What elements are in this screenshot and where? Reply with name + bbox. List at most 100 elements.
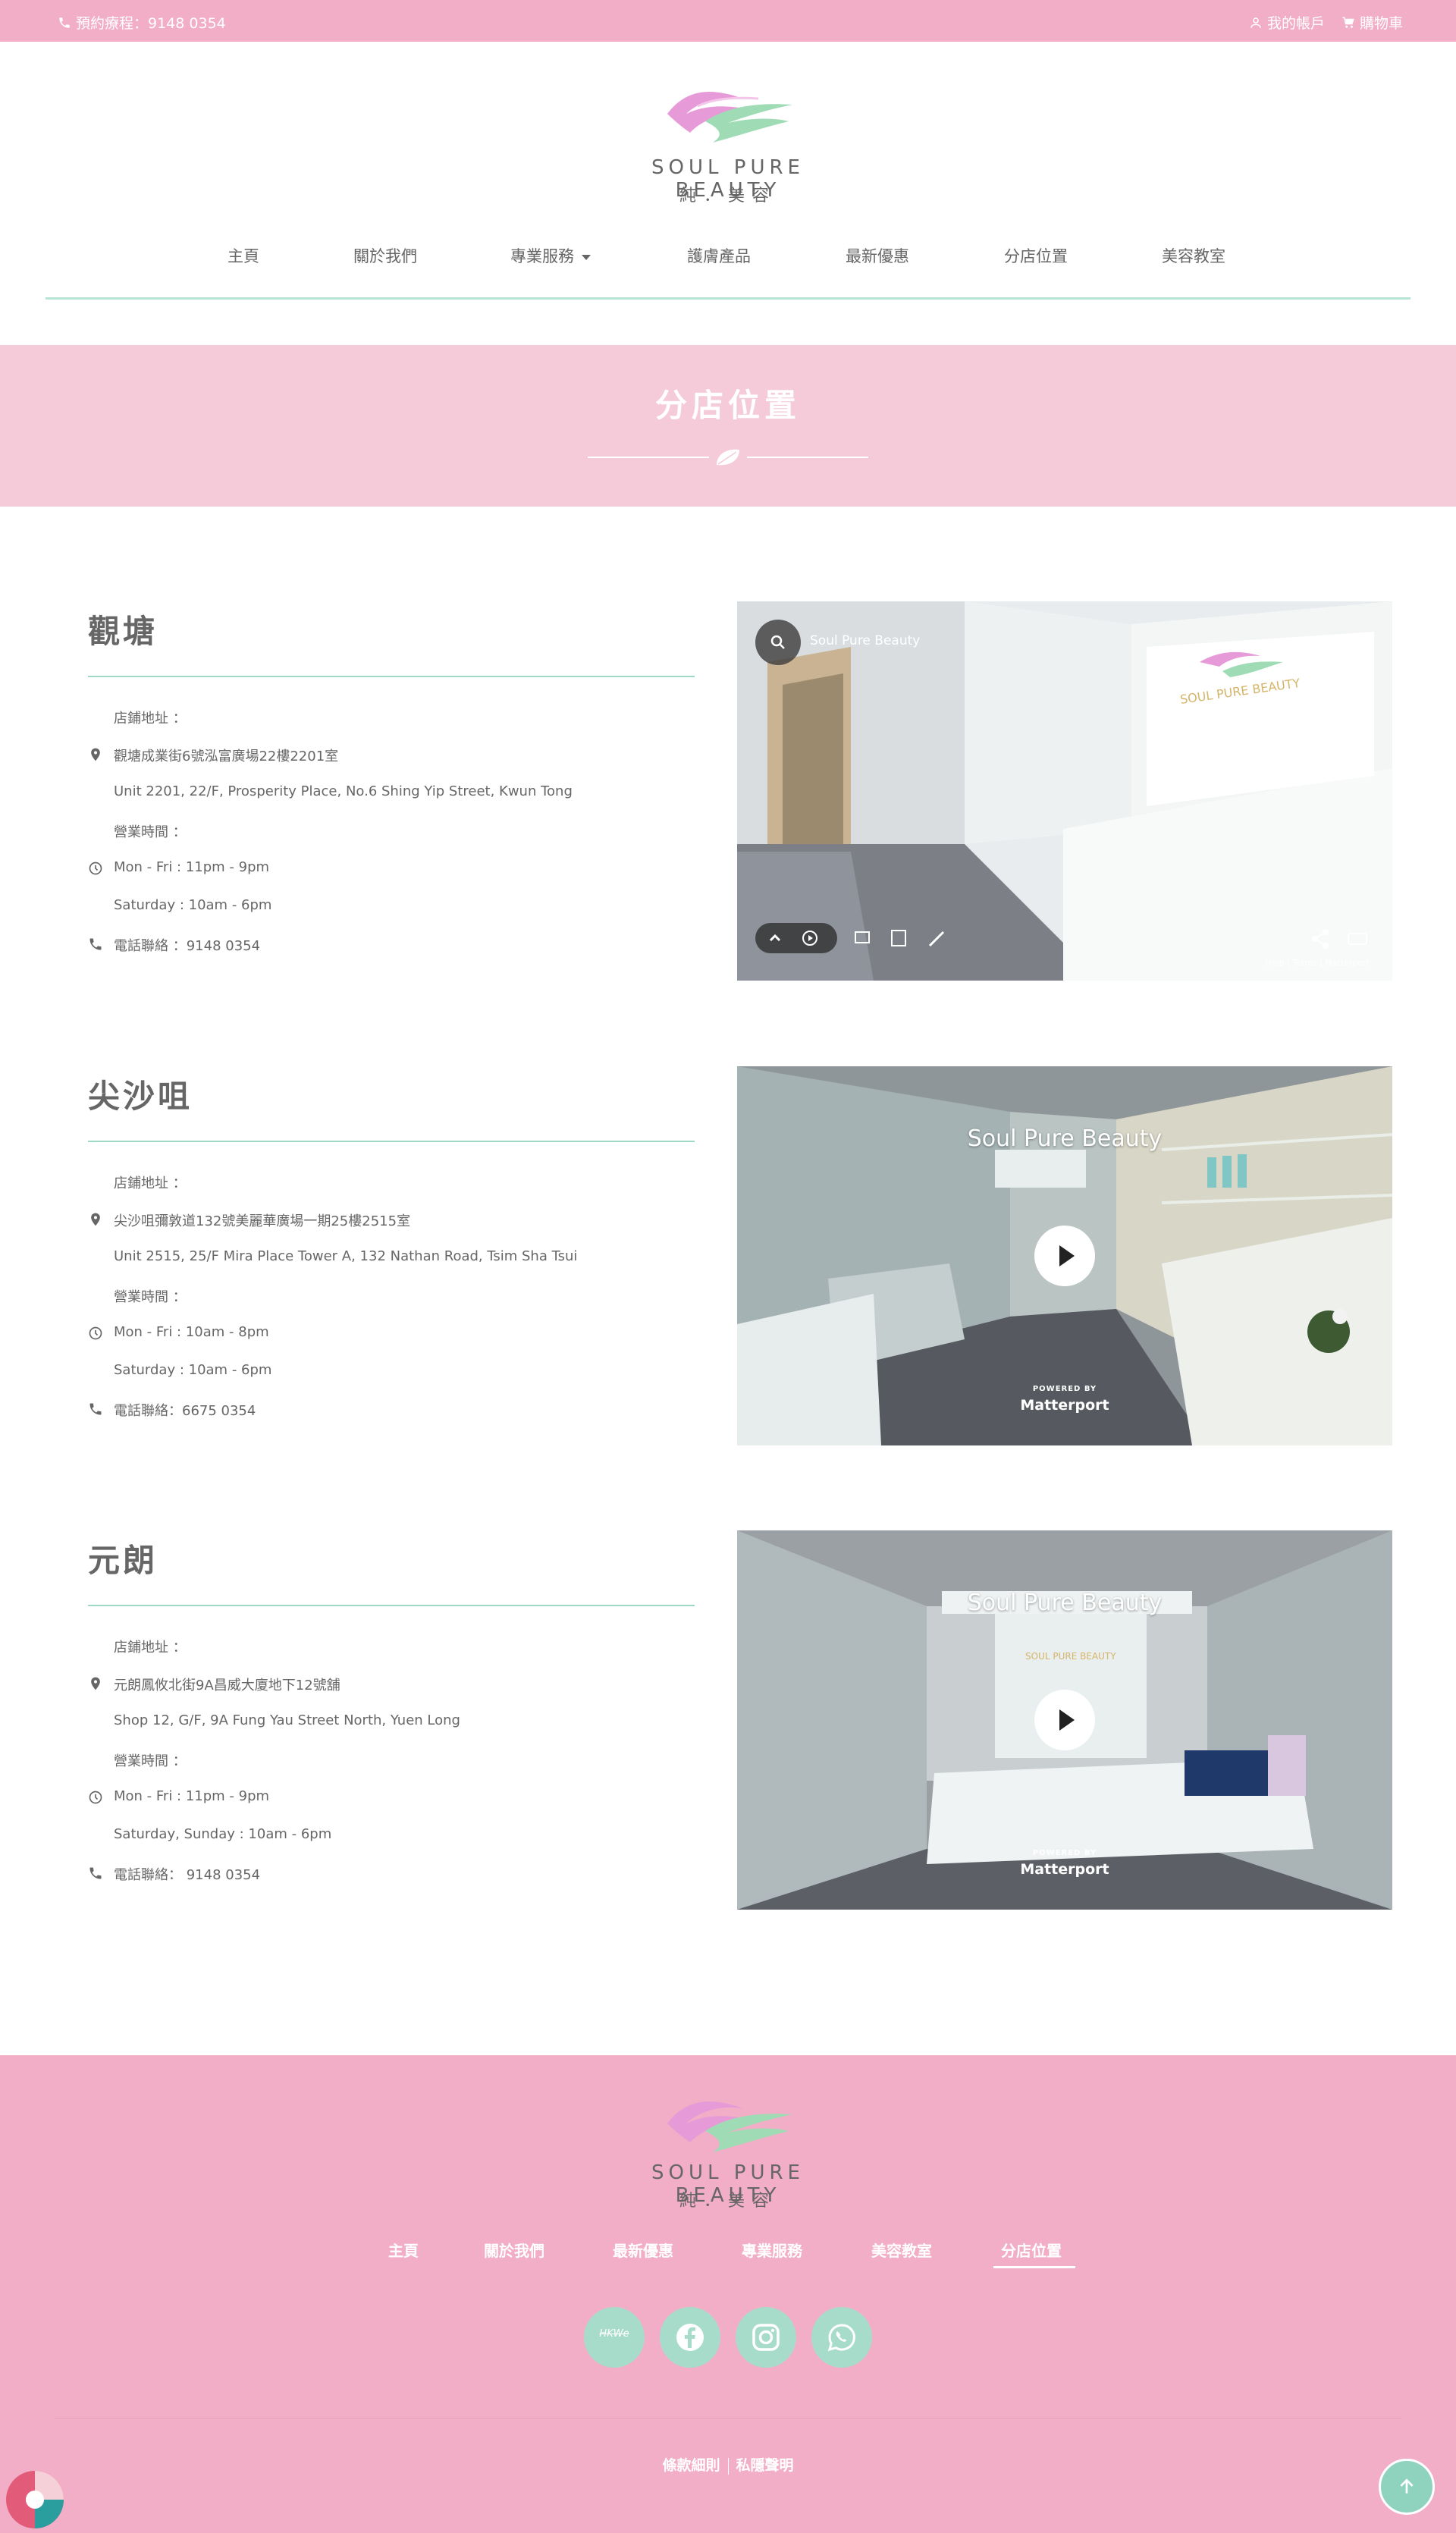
tour-playback-controls[interactable] [755, 923, 837, 953]
branch-title: 觀塘 [88, 613, 158, 650]
tour-title: Soul Pure Beauty [967, 1590, 1163, 1616]
map-pin-icon [91, 1213, 100, 1226]
footer-nav-active-indicator [993, 2266, 1075, 2268]
site-logo[interactable]: SOUL PURE BEAUTY 純．美容 [599, 76, 857, 212]
account-text: 我的帳戶 [1266, 15, 1325, 32]
chevron-down-icon [582, 254, 591, 260]
map-pin-icon [91, 748, 100, 761]
hours-weekend: Saturday : 10am - 6pm [114, 1362, 272, 1378]
nav-divider [46, 297, 1410, 300]
account-link[interactable]: 我的帳戶 [1249, 12, 1325, 33]
address-label: 店鋪地址 ： [114, 1640, 187, 1656]
chevron-up-icon [769, 934, 781, 942]
nav-offers[interactable]: 最新優惠 [846, 244, 909, 267]
footer-nav-branches[interactable]: 分店位置 [1001, 2239, 1062, 2261]
accessibility-widget-icon[interactable] [5, 2469, 65, 2530]
tour-view-tools-icon[interactable] [851, 926, 949, 950]
branch-kwun-tong: 觀塘 店鋪地址 ： 觀塘成業街6號泓富廣場22樓2201室 Unit 2201,… [0, 601, 1456, 981]
address-zh: 尖沙咀彌敦道132號美麗華廣場一期25樓2515室 [114, 1213, 411, 1229]
instagram-button[interactable] [736, 2307, 796, 2368]
footer-nav-classroom[interactable]: 美容教室 [871, 2239, 932, 2261]
branch-info: 店鋪地址 ： 觀塘成業街6號泓富廣場22樓2201室 Unit 2201, 22… [88, 706, 695, 971]
footer-nav-home[interactable]: 主頁 [388, 2239, 419, 2261]
tour-title: Soul Pure Beauty [967, 1125, 1163, 1152]
virtual-tour-kwun-tong[interactable]: SOUL PURE BEAUTY Soul Pure Beauty Help |… [737, 601, 1392, 981]
main-nav: 主頁 關於我們 專業服務 護膚產品 最新優惠 分店位置 美容教室 [0, 244, 1456, 275]
logo-subtitle: 純．美容 [679, 187, 777, 206]
play-icon[interactable] [1034, 1690, 1095, 1750]
branch-title: 尖沙咀 [88, 1078, 193, 1115]
footer-logo[interactable]: SOUL PURE BEAUTY 純．美容 [595, 2086, 861, 2214]
facebook-button[interactable] [660, 2307, 720, 2368]
matterport-logo: Matterport [1020, 1397, 1109, 1414]
share-icon[interactable] [1309, 928, 1370, 950]
hours-label: 營業時間 ： [114, 824, 187, 840]
footer-nav-offers[interactable]: 最新優惠 [613, 2239, 673, 2261]
booking-link[interactable]: 預約療程：9148 0354 [58, 12, 226, 33]
hours-label: 營業時間 ： [114, 1753, 187, 1769]
address-en: Unit 2201, 22/F, Prosperity Place, No.6 … [114, 783, 573, 799]
nav-home[interactable]: 主頁 [228, 244, 259, 267]
phone-number: 電話聯絡：6675 0354 [114, 1403, 256, 1419]
clock-icon [89, 862, 102, 875]
tour-scene-image: SOUL PURE BEAUTY [737, 601, 1392, 981]
nav-products[interactable]: 護膚產品 [687, 244, 751, 267]
search-icon [770, 635, 785, 649]
nav-classroom[interactable]: 美容教室 [1162, 244, 1225, 267]
cart-link[interactable]: 購物車 [1341, 12, 1403, 33]
facebook-icon [676, 2324, 704, 2351]
back-to-top-button[interactable] [1379, 2459, 1435, 2515]
cart-icon [1342, 17, 1354, 28]
terms-link[interactable]: 條款細則 [662, 2457, 720, 2474]
address-zh: 元朗鳳攸北街9A昌威大廈地下12號舖 [114, 1678, 340, 1693]
footer-nav: 主頁 關於我們 最新優惠 專業服務 美容教室 分店位置 [0, 2239, 1456, 2269]
tour-search-button[interactable] [755, 620, 801, 665]
footer-nav-about[interactable]: 關於我們 [484, 2239, 544, 2261]
powered-by-label: POWERED BY [1032, 1385, 1097, 1393]
logo-mark [667, 92, 792, 143]
virtual-tour-tsim-sha-tsui[interactable]: Soul Pure Beauty POWERED BY Matterport [737, 1066, 1392, 1445]
branch-underline [88, 1141, 695, 1142]
branch-yuen-long: 元朗 店鋪地址 ： 元朗鳳攸北街9A昌威大廈地下12號舖 Shop 12, G/… [0, 1530, 1456, 1910]
branch-info: 店鋪地址 ： 元朗鳳攸北街9A昌威大廈地下12號舖 Shop 12, G/F, … [88, 1635, 695, 1901]
link-separator [727, 2457, 729, 2475]
map-pin-icon [91, 1677, 100, 1690]
nav-services-label: 專業服務 [510, 247, 574, 265]
clock-icon [89, 1326, 102, 1340]
hours-weekday: Mon - Fri : 11pm - 9pm [114, 859, 270, 875]
branch-info: 店鋪地址 ： 尖沙咀彌敦道132號美麗華廣場一期25樓2515室 Unit 25… [88, 1171, 695, 1436]
powered-by-label: POWERED BY [1032, 1849, 1097, 1857]
phone-icon [89, 1403, 102, 1415]
hkwe-icon: HKWe [599, 2328, 629, 2340]
site-footer: SOUL PURE BEAUTY 純．美容 主頁 關於我們 最新優惠 專業服務 … [0, 2055, 1456, 2533]
nav-about[interactable]: 關於我們 [353, 244, 417, 267]
cart-text: 購物車 [1359, 15, 1403, 32]
hours-weekend: Saturday : 10am - 6pm [114, 897, 272, 913]
footer-nav-services[interactable]: 專業服務 [742, 2239, 802, 2261]
branch-title: 元朗 [88, 1542, 158, 1579]
virtual-tour-yuen-long[interactable]: SOUL PURE BEAUTY Soul Pure Beauty POWERE… [737, 1530, 1392, 1910]
address-label: 店鋪地址 ： [114, 711, 187, 727]
hours-weekday: Mon - Fri : 11pm - 9pm [114, 1788, 270, 1804]
branch-tsim-sha-tsui: 尖沙咀 店鋪地址 ： 尖沙咀彌敦道132號美麗華廣場一期25樓2515室 Uni… [0, 1066, 1456, 1445]
privacy-link[interactable]: 私隱聲明 [736, 2457, 794, 2474]
address-zh: 觀塘成業街6號泓富廣場22樓2201室 [114, 749, 339, 764]
nav-branches[interactable]: 分店位置 [1004, 244, 1068, 267]
branch-underline [88, 1605, 695, 1606]
phone-icon [89, 1867, 102, 1879]
play-icon[interactable] [1034, 1226, 1095, 1286]
play-circle-icon [802, 931, 817, 946]
tour-location-name: Soul Pure Beauty [810, 633, 921, 648]
leaf-divider-icon [588, 449, 868, 466]
phone-icon [59, 17, 70, 28]
nav-services[interactable]: 專業服務 [510, 244, 591, 267]
tour-legal-links[interactable]: Help | Terms | Matterport [1265, 958, 1370, 968]
matterport-logo: Matterport [1020, 1861, 1109, 1878]
phone-number: 電話聯絡 ：9148 0354 [114, 938, 261, 954]
clock-icon [89, 1791, 102, 1804]
hkwe-social-button[interactable]: HKWe [584, 2307, 645, 2368]
footer-legal-links: 條款細則 私隱聲明 [0, 2454, 1456, 2475]
whatsapp-button[interactable] [811, 2307, 872, 2368]
arrow-up-icon [1400, 2478, 1414, 2494]
address-label: 店鋪地址 ： [114, 1175, 187, 1191]
